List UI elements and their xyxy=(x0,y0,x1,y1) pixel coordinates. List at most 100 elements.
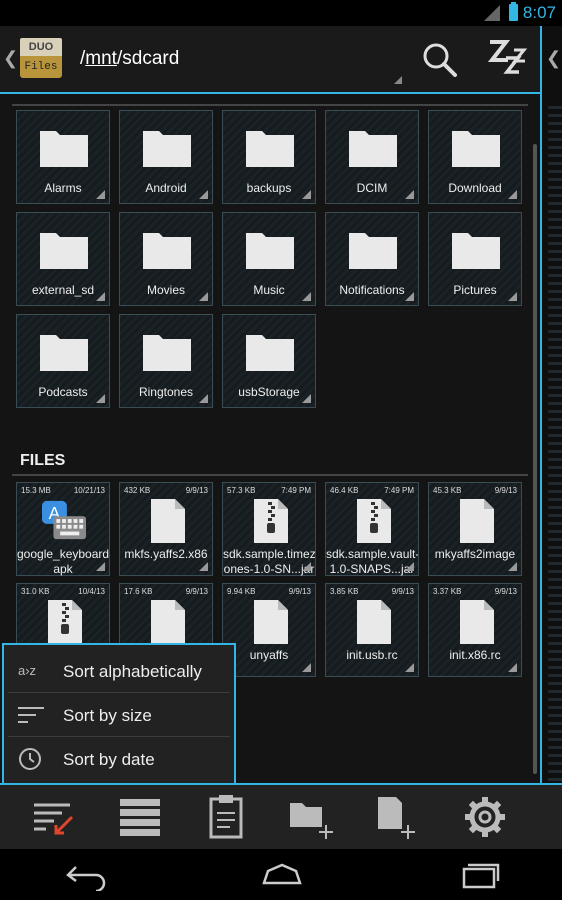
sort-alphabetically-item[interactable]: a›z Sort alphabetically xyxy=(4,649,234,693)
status-time: 8:07 xyxy=(522,3,556,22)
new-folder-button[interactable] xyxy=(288,793,338,841)
file-date: 10/21/13 xyxy=(73,486,105,495)
file-item[interactable]: 45.3 KB 9/9/13 mkyaffs2image xyxy=(428,482,522,576)
item-menu-corner-icon[interactable] xyxy=(302,562,311,571)
item-menu-corner-icon[interactable] xyxy=(405,562,414,571)
file-item[interactable]: 432 KB 9/9/13 mkfs.yaffs2.x86 xyxy=(119,482,213,576)
file-item[interactable]: 9.94 KB 9/9/13 unyaffs xyxy=(222,583,316,677)
item-menu-corner-icon[interactable] xyxy=(302,663,311,672)
item-menu-corner-icon[interactable] xyxy=(199,190,208,199)
zip-icon xyxy=(48,600,82,644)
search-button[interactable] xyxy=(420,40,460,80)
item-menu-corner-icon[interactable] xyxy=(508,190,517,199)
file-date: 9/9/13 xyxy=(494,486,517,495)
file-name: mkfs.yaffs2.x86 xyxy=(124,547,208,561)
sort-button[interactable] xyxy=(30,793,80,841)
folder-item[interactable]: Ringtones xyxy=(119,314,213,408)
file-item[interactable]: 15.3 MB 10/21/13 Agoogle_keyboard. apk xyxy=(16,482,110,576)
item-menu-corner-icon[interactable] xyxy=(96,562,105,571)
item-menu-corner-icon[interactable] xyxy=(405,190,414,199)
file-date: 9/9/13 xyxy=(391,587,414,596)
new-file-button[interactable] xyxy=(374,793,424,841)
document-icon xyxy=(151,600,185,644)
folder-icon xyxy=(452,131,500,167)
sort-icon xyxy=(34,803,74,835)
path-breadcrumb[interactable]: /mnt/sdcard xyxy=(80,48,179,70)
item-menu-corner-icon[interactable] xyxy=(508,562,517,571)
sleep-button[interactable] xyxy=(484,36,530,82)
folder-icon xyxy=(143,233,191,269)
document-icon xyxy=(460,600,494,644)
folder-item[interactable]: Android xyxy=(119,110,213,204)
view-mode-button[interactable] xyxy=(116,793,166,841)
folder-item[interactable]: Movies xyxy=(119,212,213,306)
back-button[interactable] xyxy=(62,859,110,893)
folder-item[interactable]: Music xyxy=(222,212,316,306)
file-item[interactable]: 3.85 KB 9/9/13 init.usb.rc xyxy=(325,583,419,677)
item-menu-corner-icon[interactable] xyxy=(302,190,311,199)
keyboard-app-icon: A xyxy=(42,500,86,540)
folder-item[interactable]: external_sd xyxy=(16,212,110,306)
file-size: 9.94 KB xyxy=(227,587,256,596)
new-file-icon xyxy=(378,797,415,839)
path-segment-sdcard[interactable]: sdcard xyxy=(122,48,179,69)
item-menu-corner-icon[interactable] xyxy=(199,394,208,403)
item-menu-corner-icon[interactable] xyxy=(96,394,105,403)
clipboard-icon xyxy=(209,795,243,839)
sort-by-size-label: Sort by size xyxy=(63,706,152,725)
folder-icon xyxy=(40,131,88,167)
item-menu-corner-icon[interactable] xyxy=(405,663,414,672)
file-date: 7:49 PM xyxy=(281,486,311,495)
recent-apps-button[interactable] xyxy=(456,859,504,891)
item-menu-corner-icon[interactable] xyxy=(199,292,208,301)
folder-item[interactable]: Pictures xyxy=(428,212,522,306)
settings-button[interactable] xyxy=(460,793,510,841)
folder-icon xyxy=(452,233,500,269)
file-item[interactable]: 46.4 KB 7:49 PM sdk.sample.vault- 1.0-SNAPS… xyxy=(325,482,419,576)
item-menu-corner-icon[interactable] xyxy=(508,663,517,672)
folder-item[interactable]: Download xyxy=(428,110,522,204)
path-segment-mnt[interactable]: mnt xyxy=(85,48,117,69)
files-section-header: FILES xyxy=(20,452,66,469)
signal-icon xyxy=(484,5,500,21)
folder-item[interactable]: backups xyxy=(222,110,316,204)
folder-item[interactable]: DCIM xyxy=(325,110,419,204)
file-item[interactable]: 57.3 KB 7:49 PM sdk.sample.timez ones-1.0-S… xyxy=(222,482,316,576)
left-pane-chevron-icon[interactable]: ❮ xyxy=(3,48,18,69)
folder-item[interactable]: usbStorage xyxy=(222,314,316,408)
logo-top-text: DUO xyxy=(20,38,62,56)
item-menu-corner-icon[interactable] xyxy=(405,292,414,301)
sort-menu: a›z Sort alphabetically Sort by size Sor… xyxy=(2,643,236,783)
second-pane[interactable]: ❮ xyxy=(540,26,562,786)
folder-item[interactable]: Podcasts xyxy=(16,314,110,408)
document-icon xyxy=(254,600,288,644)
clipboard-button[interactable] xyxy=(202,793,252,841)
folder-item[interactable]: Alarms xyxy=(16,110,110,204)
list-view-icon xyxy=(120,799,160,836)
file-item[interactable]: 3.37 KB 9/9/13 init.x86.rc xyxy=(428,583,522,677)
right-pane-chevron-icon[interactable]: ❮ xyxy=(546,48,561,69)
item-menu-corner-icon[interactable] xyxy=(199,562,208,571)
folder-item[interactable]: Notifications xyxy=(325,212,419,306)
battery-icon xyxy=(509,2,518,21)
path-dropdown-caret-icon[interactable] xyxy=(394,76,402,84)
item-menu-corner-icon[interactable] xyxy=(302,292,311,301)
document-icon xyxy=(151,499,185,543)
file-date: 9/9/13 xyxy=(494,587,517,596)
item-menu-corner-icon[interactable] xyxy=(96,190,105,199)
file-size: 46.4 KB xyxy=(330,486,359,495)
sort-alphabetically-label: Sort alphabetically xyxy=(63,662,202,681)
new-folder-icon xyxy=(290,803,333,839)
file-date: 9/9/13 xyxy=(185,486,208,495)
bottom-toolbar xyxy=(0,783,562,849)
item-menu-corner-icon[interactable] xyxy=(96,292,105,301)
sort-by-size-item[interactable]: Sort by size xyxy=(4,693,234,737)
folder-icon xyxy=(246,335,294,371)
item-menu-corner-icon[interactable] xyxy=(508,292,517,301)
home-button[interactable] xyxy=(258,859,306,891)
scrollbar[interactable] xyxy=(533,144,537,774)
clock-icon xyxy=(19,748,41,770)
app-logo[interactable]: DUO Files xyxy=(20,38,62,80)
sort-by-date-item[interactable]: Sort by date xyxy=(4,737,234,781)
item-menu-corner-icon[interactable] xyxy=(302,394,311,403)
